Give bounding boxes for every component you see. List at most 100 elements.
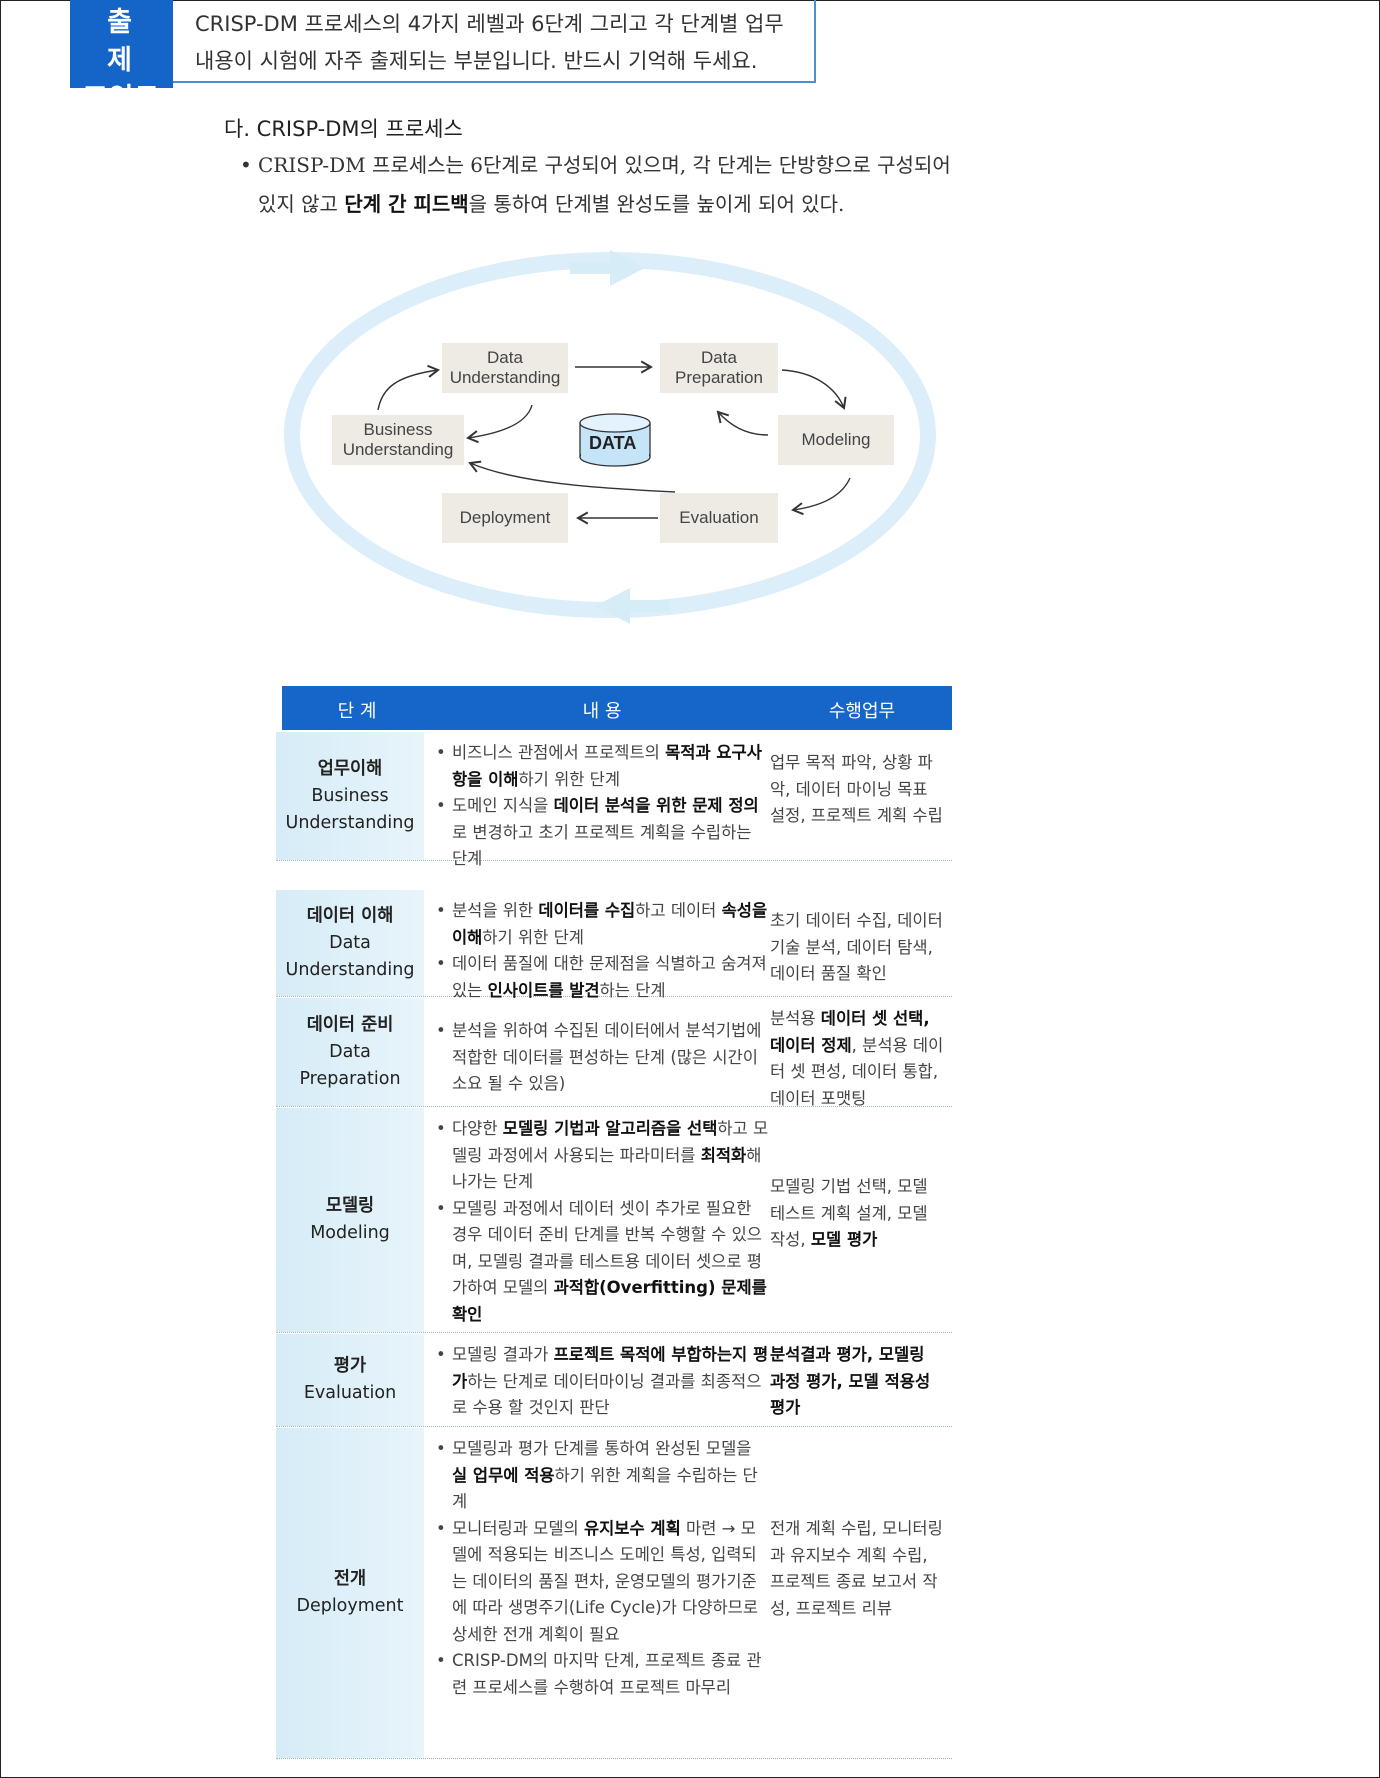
arrow-business-to-understanding: [377, 364, 440, 411]
arrow-understanding-to-business: [466, 404, 533, 444]
stage-en2: Understanding: [285, 959, 415, 980]
content-text: 분석을 위하여 수집된 데이터에서 분석기법에 적합한 데이터를 편성하는 단계…: [452, 1021, 762, 1093]
task-emphasis: 모델 평가: [810, 1230, 878, 1249]
content-bullet: 데이터 품질에 대한 문제점을 식별하고 숨겨져 있는 인사이트를 발견하는 단…: [434, 951, 769, 1004]
stage-cell: 전개 Deployment: [276, 1428, 424, 1758]
stage-cell: 데이터 이해 Data Understanding: [276, 890, 424, 996]
content-text: 도메인 지식을: [452, 796, 554, 815]
exam-point-text: CRISP-DM 프로세스의 4가지 레벨과 6단계 그리고 각 단계별 업무 …: [173, 0, 816, 83]
node-deployment: Deployment: [442, 493, 568, 543]
content-bullet: 다양한 모델링 기법과 알고리즘을 선택하고 모델링 과정에서 사용되는 파라미…: [434, 1116, 769, 1196]
task-cell: 초기 데이터 수집, 데이터 기술 분석, 데이터 탐색, 데이터 품질 확인: [770, 908, 945, 988]
task-text: 초기 데이터 수집, 데이터 기술 분석, 데이터 탐색, 데이터 품질 확인: [770, 911, 943, 983]
arrow-modeling-to-evaluation: [791, 477, 851, 516]
content-cell: 분석을 위한 데이터를 수집하고 데이터 속성을 이해하기 위한 단계데이터 품…: [434, 898, 769, 1004]
content-emphasis: 인사이트를 발견: [487, 980, 600, 1000]
content-emphasis: 데이터를 수집: [538, 901, 636, 920]
task-text: 업무 목적 파악, 상황 파악, 데이터 마이닝 목표 설정, 프로젝트 계획 …: [770, 753, 943, 825]
arrow-evaluation-to-business: [468, 460, 676, 493]
table-row: 전개 Deployment 모델링과 평가 단계를 통하여 완성된 모델을 실 업무…: [276, 1428, 952, 1759]
content-bullet: 모니터링과 모델의 유지보수 계획 마련 → 모델에 적용되는 비즈니스 도메인…: [434, 1516, 769, 1649]
stage-ko: 평가: [333, 1356, 367, 1376]
content-text: CRISP-DM의 마지막 단계, 프로젝트 종료 관련 프로세스를 수행하여 …: [452, 1651, 762, 1697]
table-row: 평가 Evaluation 모델링 결과가 프로젝트 목적에 부합하는지 평가하는 …: [276, 1334, 952, 1427]
task-cell: 분석용 데이터 셋 선택, 데이터 정제, 분석용 데이터 셋 편성, 데이터 …: [770, 1006, 945, 1112]
bullet-dot: •: [240, 153, 252, 177]
task-emphasis: 분석결과 평가, 모델링 과정 평가, 모델 적용성 평가: [770, 1345, 931, 1417]
content-text: 다양한: [452, 1119, 503, 1138]
content-bullet: 모델링 과정에서 데이터 셋이 추가로 필요한 경우 데이터 준비 단계를 반복…: [434, 1196, 769, 1329]
stage-cell: 평가 Evaluation: [276, 1334, 424, 1426]
node-business-understanding: Business Understanding: [332, 415, 464, 465]
content-bullet: 비즈니스 관점에서 프로젝트의 목적과 요구사항을 이해하기 위한 단계: [434, 740, 769, 793]
content-cell: 모델링과 평가 단계를 통하여 완성된 모델을 실 업무에 적용하기 위한 계획…: [434, 1436, 769, 1701]
cycle-arrow-bottom: [595, 588, 670, 624]
exam-point-badge: 출 제 포인트: [70, 0, 173, 114]
stage-cell: 데이터 준비 Data Preparation: [276, 998, 424, 1106]
stage-en1: Deployment: [296, 1596, 404, 1616]
content-bullet: CRISP-DM의 마지막 단계, 프로젝트 종료 관련 프로세스를 수행하여 …: [434, 1648, 769, 1701]
header-stage: 단 계: [337, 701, 377, 722]
content-emphasis: 최적화: [700, 1145, 747, 1165]
task-text: 전개 계획 수립, 모니터링과 유지보수 계획 수립, 프로젝트 종료 보고서 …: [770, 1519, 943, 1618]
task-cell: 업무 목적 파악, 상황 파악, 데이터 마이닝 목표 설정, 프로젝트 계획 …: [770, 750, 945, 830]
stage-en1: Modeling: [310, 1223, 390, 1243]
content-bullet: 분석을 위한 데이터를 수집하고 데이터 속성을 이해하기 위한 단계: [434, 898, 769, 951]
stage-en1: Evaluation: [303, 1383, 397, 1403]
stage-en2: Preparation: [299, 1068, 401, 1089]
content-text: 모니터링과 모델의: [452, 1518, 584, 1538]
stage-ko: 데이터 준비: [306, 1014, 394, 1035]
content-text: 하기 위한 단계: [482, 927, 584, 947]
content-cell: 다양한 모델링 기법과 알고리즘을 선택하고 모델링 과정에서 사용되는 파라미…: [434, 1116, 769, 1328]
content-emphasis: 데이터 분석을 위한 문제 정의: [553, 796, 759, 815]
content-emphasis: 유지보수 계획: [583, 1518, 681, 1538]
stage-en1: Data: [329, 932, 371, 953]
content-emphasis: 실 업무에 적용: [452, 1465, 555, 1485]
bullet-text-post: 을 통하여 단계별 완성도를 높이게 되어 있다.: [468, 192, 845, 216]
task-cell: 분석결과 평가, 모델링 과정 평가, 모델 적용성 평가: [770, 1342, 945, 1422]
content-text: 비즈니스 관점에서 프로젝트의: [452, 743, 666, 762]
exam-point-line-2: 내용이 시험에 자주 출제되는 부분입니다. 반드시 기억해 두세요.: [195, 49, 758, 73]
badge-line-1: 출 제: [107, 7, 146, 76]
table-row: 데이터 이해 Data Understanding 분석을 위한 데이터를 수집하고 …: [276, 890, 952, 1000]
node-modeling: Modeling: [778, 415, 894, 465]
content-cell: 모델링 결과가 프로젝트 목적에 부합하는지 평가하는 단계로 데이터마이닝 결…: [434, 1342, 769, 1422]
section-title: 다. CRISP-DM의 프로세스: [224, 117, 463, 141]
stage-ko: 모델링: [325, 1196, 375, 1216]
stage-en2: Understanding: [285, 812, 415, 833]
content-text: 로 변경하고 초기 프로젝트 계획을 수립하는 단계: [452, 822, 752, 869]
arrow-preparation-to-modeling: [781, 369, 847, 410]
task-cell: 전개 계획 수립, 모니터링과 유지보수 계획 수립, 프로젝트 종료 보고서 …: [770, 1516, 945, 1622]
table-row: 모델링 Modeling 다양한 모델링 기법과 알고리즘을 선택하고 모델링 과정…: [276, 1108, 952, 1333]
stage-cell: 모델링 Modeling: [276, 1108, 424, 1332]
node-data-preparation: Data Preparation: [660, 343, 778, 393]
stage-ko: 업무이해: [317, 758, 383, 779]
table-row: 데이터 준비 Data Preparation 분석을 위하여 수집된 데이터에서 분…: [276, 998, 952, 1108]
task-cell: 모델링 기법 선택, 모델 테스트 계획 설계, 모델 작성, 모델 평가: [770, 1174, 945, 1254]
exam-point-line-1: CRISP-DM 프로세스의 4가지 레벨과 6단계 그리고 각 단계별 업무: [195, 12, 784, 36]
content-emphasis: 모델링 기법과 알고리즘을 선택: [502, 1119, 718, 1138]
table-row: 업무이해 Business Understanding 비즈니스 관점에서 프로젝트의…: [276, 732, 952, 868]
crisp-dm-cycle-diagram: DATA Data Understanding Data Preparation…: [270, 240, 970, 640]
stage-ko: 데이터 이해: [306, 905, 394, 926]
content-bullet: 모델링과 평가 단계를 통하여 완성된 모델을 실 업무에 적용하기 위한 계획…: [434, 1436, 769, 1516]
database-label: DATA: [589, 433, 637, 453]
stage-cell: 업무이해 Business Understanding: [276, 732, 424, 860]
node-data-understanding: Data Understanding: [442, 343, 568, 393]
content-bullet: 분석을 위하여 수집된 데이터에서 분석기법에 적합한 데이터를 편성하는 단계…: [434, 1018, 769, 1098]
content-text: 분석을 위한: [452, 901, 539, 920]
header-content: 내 용: [582, 701, 622, 722]
badge-line-2: 포인트: [82, 83, 161, 114]
content-text: 모델링과 평가 단계를 통하여 완성된 모델을: [452, 1439, 752, 1458]
arrow-modeling-to-preparation: [716, 410, 769, 436]
stage-en1: Data: [329, 1041, 371, 1062]
content-cell: 분석을 위하여 수집된 데이터에서 분석기법에 적합한 데이터를 편성하는 단계…: [434, 1018, 769, 1098]
content-text: 모델링 결과가: [452, 1345, 554, 1364]
content-text: 하기 위한 단계: [518, 769, 621, 789]
task-text: 분석용: [770, 1009, 821, 1028]
content-text: 하는 단계: [599, 980, 666, 1000]
content-cell: 비즈니스 관점에서 프로젝트의 목적과 요구사항을 이해하기 위한 단계도메인 …: [434, 740, 769, 873]
stage-ko: 전개: [333, 1569, 367, 1589]
stage-en1: Business: [311, 785, 389, 806]
node-evaluation: Evaluation: [660, 493, 778, 543]
